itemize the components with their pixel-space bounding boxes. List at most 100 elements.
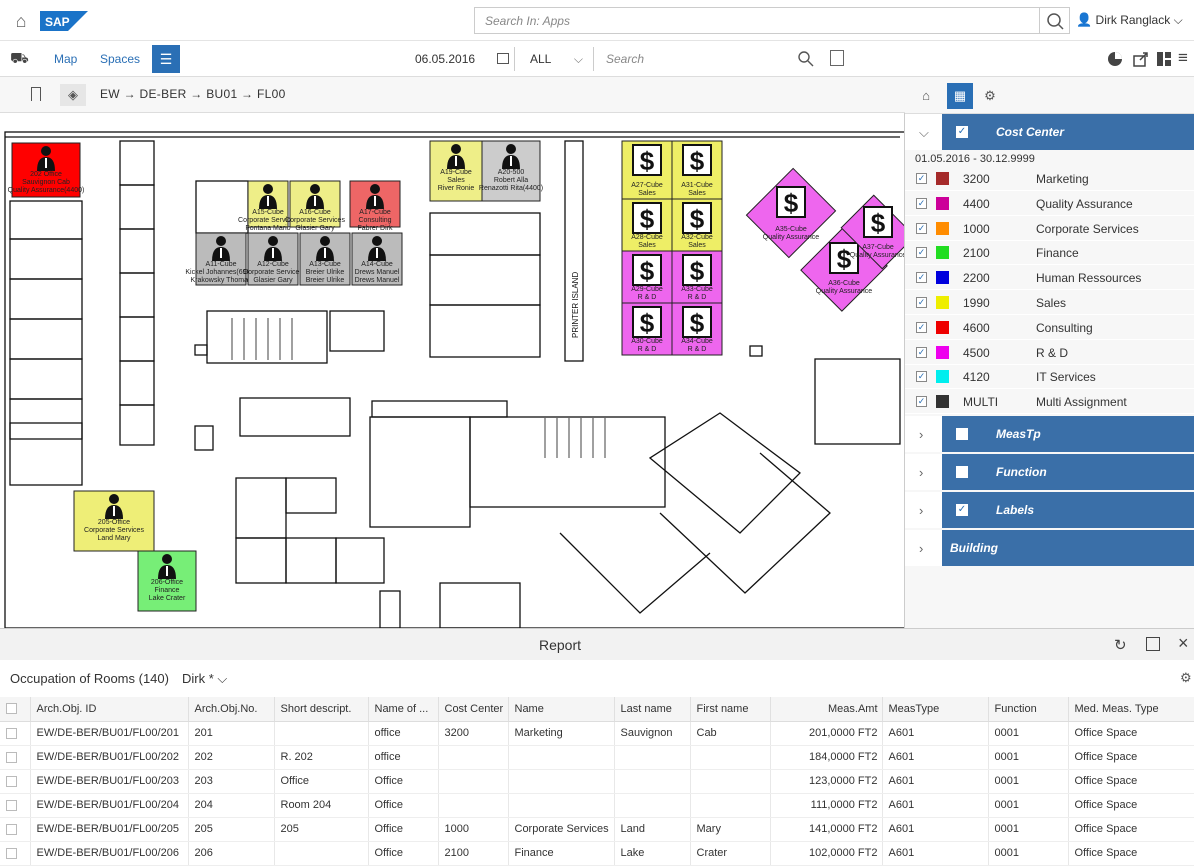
home-icon[interactable]: ⌂ (10, 10, 32, 32)
calendar-icon[interactable] (497, 53, 509, 64)
column-header[interactable]: Last name (614, 697, 691, 722)
cost-center-row-checkbox[interactable]: ✓ (916, 222, 927, 234)
labels-section[interactable]: › ✓ Labels (905, 492, 1194, 528)
room-a19[interactable]: A19-CubeSalesRiver Ronie (429, 140, 483, 202)
cost-center-row-4400[interactable]: ✓ 4400 Quality Assurance (905, 192, 1194, 216)
sap-logo[interactable]: SAP (40, 11, 88, 31)
table-row[interactable]: EW/DE-BER/BU01/FL00/205 205 205 Office 1000 C… (0, 817, 1194, 842)
room-a12[interactable]: A12-CubeCorporate ServicesGlasier Gary (243, 232, 303, 286)
select-all-checkbox[interactable] (6, 703, 17, 715)
room-a30[interactable]: $A30-CubeR & D (621, 302, 673, 356)
settings-icon[interactable]: ⚙ (977, 83, 1003, 109)
table-row[interactable]: EW/DE-BER/BU01/FL00/204 204 Room 204 Office… (0, 793, 1194, 818)
cost-center-row-3200[interactable]: ✓ 3200 Marketing (905, 167, 1194, 191)
layers-icon[interactable]: ◈ (60, 84, 86, 106)
column-header[interactable]: Short descript. (274, 697, 369, 722)
table-row[interactable]: EW/DE-BER/BU01/FL00/202 202 R. 202 office 18… (0, 745, 1194, 770)
cost-center-row-checkbox[interactable]: ✓ (916, 173, 927, 184)
room-a33[interactable]: $A33-CubeR & D (671, 250, 723, 304)
filter-select[interactable]: ALL ⌵ (520, 47, 594, 71)
cost-center-row-1990[interactable]: ✓ 1990 Sales (905, 291, 1194, 315)
floor-plan[interactable]: PRINTER ISLAND 202 Office Sauvignon Cab Qu… (0, 113, 905, 628)
row-checkbox[interactable] (6, 799, 17, 811)
table-row[interactable]: EW/DE-BER/BU01/FL00/201 201 office 3200 Mark… (0, 721, 1194, 746)
legend-icon[interactable]: ▦ (947, 83, 973, 109)
cost-center-row-checkbox[interactable]: ✓ (916, 346, 927, 358)
row-checkbox[interactable] (6, 823, 17, 835)
row-checkbox[interactable] (6, 847, 17, 859)
cost-center-row-checkbox[interactable]: ✓ (916, 396, 927, 408)
layout-icon[interactable] (1155, 50, 1173, 68)
labels-checkbox[interactable]: ✓ (956, 504, 968, 516)
refresh-icon[interactable]: ↻ (1114, 636, 1127, 654)
floor-plan-canvas[interactable]: PRINTER ISLAND 202 OfficeSauvignon CabQu… (0, 113, 905, 628)
cost-center-row-1000[interactable]: ✓ 1000 Corporate Services (905, 217, 1194, 241)
room-a35[interactable]: $ A35-CubeQuality Assurance (745, 167, 837, 259)
row-checkbox[interactable] (6, 727, 17, 739)
room-a32[interactable]: $A32-CubeSales (671, 198, 723, 252)
function-section[interactable]: › Function (905, 454, 1194, 490)
column-header[interactable]: Med. Meas. Type (1068, 697, 1194, 722)
room-205[interactable]: 205-OfficeCorporate ServicesLand Mary (73, 490, 155, 552)
menu-icon[interactable]: ≡ (1178, 48, 1188, 68)
shell-search-input[interactable]: Search In: Apps (474, 7, 1040, 34)
room-a15[interactable]: A15-CubeCorporate ServicesFontana Mario (238, 180, 298, 232)
room-a37[interactable]: $ A37-CubeQuality Assurance (840, 194, 905, 270)
column-header[interactable]: MeasType (882, 697, 989, 722)
share-icon[interactable] (1132, 50, 1150, 68)
document-icon[interactable] (830, 50, 844, 66)
cost-center-row-checkbox[interactable]: ✓ (916, 197, 927, 209)
room-a20[interactable]: A20-500Robert AllaRenazotti Rita(4400) (479, 140, 543, 202)
cost-center-row-checkbox[interactable]: ✓ (916, 297, 927, 308)
shell-search-button[interactable] (1040, 7, 1070, 34)
column-header[interactable]: Function (988, 697, 1069, 722)
room-a13[interactable]: A13-CubeBreier UlrikeBreier Ulrike (299, 232, 351, 286)
cost-center-row-checkbox[interactable]: ✓ (916, 321, 927, 333)
cost-center-row-2200[interactable]: ✓ 2200 Human Ressources (905, 266, 1194, 291)
room-a29[interactable]: $A29-CubeR & D (621, 250, 673, 304)
room-206[interactable]: 206-OfficeFinanceLake Crater (137, 550, 197, 612)
expand-icon[interactable] (1146, 637, 1160, 651)
search-icon[interactable] (796, 49, 816, 69)
breadcrumb-path[interactable]: EW → DE-BER → BU01 → FL00 (100, 87, 286, 101)
user-menu[interactable]: 👤 Dirk Ranglack ⌵ (1076, 12, 1194, 32)
close-icon[interactable]: × (1178, 633, 1189, 654)
cost-center-row-multi[interactable]: ✓ MULTI Multi Assignment (905, 390, 1194, 415)
table-row[interactable]: EW/DE-BER/BU01/FL00/206 206 Office 2100 Fina… (0, 841, 1194, 866)
room-a28[interactable]: $A28-CubeSales (621, 198, 673, 252)
room-a16[interactable]: A16-CubeCorporate ServicesGlasier Gary (285, 180, 345, 232)
cost-center-row-4120[interactable]: ✓ 4120 IT Services (905, 365, 1194, 390)
room-a31[interactable]: $ A31-CubeSales (671, 140, 723, 200)
building-icon[interactable]: ⌂ (913, 83, 939, 109)
meastp-section[interactable]: › MeasTp (905, 416, 1194, 452)
cost-center-checkbox[interactable]: ✓ (956, 126, 968, 138)
building-section[interactable]: › Building (905, 530, 1194, 566)
column-header[interactable]: First name (690, 697, 771, 722)
meastp-checkbox[interactable] (956, 428, 968, 440)
bookmark-icon[interactable] (31, 87, 41, 101)
room-a27[interactable]: $ A27-CubeSales (621, 140, 673, 200)
settings-icon[interactable]: ⚙ (1180, 670, 1192, 686)
cost-center-row-checkbox[interactable]: ✓ (916, 247, 927, 259)
room-a14[interactable]: A14-CubeDrews ManuelDrews Manuel (351, 232, 403, 286)
cost-center-row-4600[interactable]: ✓ 4600 Consulting (905, 316, 1194, 340)
cost-center-row-checkbox[interactable]: ✓ (916, 371, 927, 383)
binoculars-icon[interactable]: ⛟ (10, 41, 29, 77)
column-header[interactable]: Arch.Obj. ID (30, 697, 189, 722)
column-header[interactable]: Cost Center (438, 697, 509, 722)
row-checkbox[interactable] (6, 751, 17, 763)
function-checkbox[interactable] (956, 466, 968, 478)
room-a34[interactable]: $A34-CubeR & D (671, 302, 723, 356)
list-icon[interactable]: ☰ (152, 45, 180, 73)
cost-center-row-2100[interactable]: ✓ 2100 Finance (905, 241, 1194, 266)
table-row[interactable]: EW/DE-BER/BU01/FL00/203 203 Office Office 12… (0, 769, 1194, 794)
pie-chart-icon[interactable] (1106, 50, 1124, 68)
cost-center-row-checkbox[interactable]: ✓ (916, 272, 927, 284)
toolbar-search-input[interactable]: Search (600, 47, 822, 71)
room-a17[interactable]: A17-CubeConsultingFabrer Dirk (349, 180, 401, 232)
room-a11[interactable]: A11-CubeKickel Johannes(6900)Krakowsky T… (185, 232, 257, 286)
cost-center-row-4500[interactable]: ✓ 4500 R & D (905, 341, 1194, 365)
row-checkbox[interactable] (6, 775, 17, 787)
spaces-tab[interactable]: Spaces (100, 41, 140, 77)
column-header[interactable]: Name of ... (368, 697, 439, 722)
